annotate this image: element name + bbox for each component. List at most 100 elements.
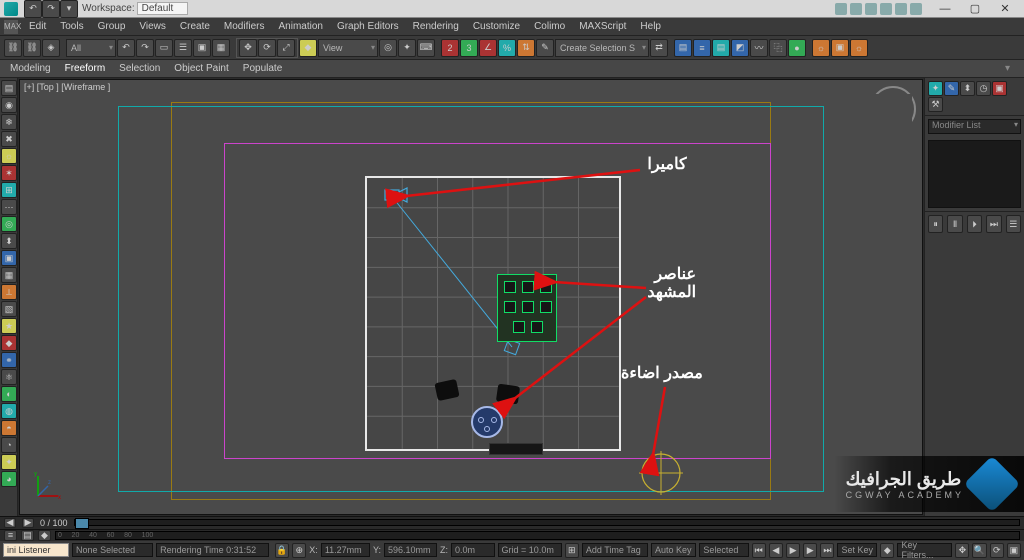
toggle-ribbon-icon[interactable]: ◩	[731, 39, 749, 57]
ribbon-tab-freeform[interactable]: Freeform	[65, 63, 106, 74]
civil-icon[interactable]: ◔	[1, 437, 17, 453]
freeze-icon[interactable]: ❄	[1, 114, 17, 130]
timeline-start-icon[interactable]: ◀	[4, 518, 16, 528]
app-menu-button[interactable]: MAX	[4, 20, 18, 34]
motion-tab-icon[interactable]: ◷	[976, 81, 991, 96]
coord-y-field[interactable]: 596.10mm	[384, 543, 437, 557]
render-icon[interactable]: ☼	[850, 39, 868, 57]
setkey-button[interactable]: Set Key	[837, 543, 877, 557]
tab-panel-icon[interactable]: ▤	[1, 80, 17, 96]
edit-named-sel-icon[interactable]: ✎	[536, 39, 554, 57]
play-start-icon[interactable]: ⏮	[752, 543, 766, 558]
render-setup-icon[interactable]: ☼	[812, 39, 830, 57]
play-prev-icon[interactable]: ◀	[769, 543, 783, 558]
nav-zoom-icon[interactable]: 🔍	[972, 543, 986, 558]
mini-listener[interactable]: ini Listener	[3, 543, 69, 557]
trackbar-menu-icon[interactable]: ≡	[4, 530, 17, 541]
align-view-icon[interactable]: ▦	[1, 267, 17, 283]
keyboard-icon[interactable]: ⌨	[417, 39, 435, 57]
normal-align-icon[interactable]: ⬍	[1, 233, 17, 249]
nav-orbit-icon[interactable]: ⟳	[990, 543, 1004, 558]
pivot-icon[interactable]: ◎	[379, 39, 397, 57]
nav-pan-icon[interactable]: ✥	[955, 543, 969, 558]
coord-z-field[interactable]: 0.0m	[451, 543, 495, 557]
vray-icon[interactable]: ✦	[1, 454, 17, 470]
viewport-label[interactable]: [+] [Top ] [Wireframe ]	[24, 82, 110, 92]
workspace-dropdown[interactable]: Default	[137, 2, 189, 15]
hierarchy-tab-icon[interactable]: ⬍	[960, 81, 975, 96]
quick-redo[interactable]: ↷	[42, 0, 60, 18]
percent-snap-icon[interactable]: %	[498, 39, 516, 57]
selected-dropdown[interactable]: Selected	[699, 543, 748, 557]
cat-icon[interactable]: ◐	[1, 386, 17, 402]
scene-explorer-icon[interactable]: ▤	[712, 39, 730, 57]
close-button[interactable]: ✕	[990, 2, 1020, 15]
menu-help[interactable]: Help	[633, 21, 668, 32]
show-end-icon[interactable]: Ⅱ	[947, 215, 962, 233]
remove-mod-icon[interactable]: ⏭	[986, 215, 1001, 233]
modifier-stack[interactable]	[928, 140, 1021, 208]
massfx-icon[interactable]: ⚛	[1, 369, 17, 385]
mirror-icon[interactable]: ⇄	[650, 39, 668, 57]
menu-group[interactable]: Group	[91, 21, 133, 32]
minimize-button[interactable]: —	[930, 3, 960, 15]
add-time-tag[interactable]: Add Time Tag	[582, 543, 648, 557]
menu-graph-editors[interactable]: Graph Editors	[330, 21, 406, 32]
maximize-button[interactable]: ▢	[960, 2, 990, 15]
selection-filter-dropdown[interactable]: All	[66, 39, 116, 57]
link-icon[interactable]: ⛓	[4, 39, 22, 57]
menu-tools[interactable]: Tools	[53, 21, 90, 32]
snapshot-icon[interactable]: ◎	[1, 216, 17, 232]
coord-x-field[interactable]: 11.27mm	[321, 543, 370, 557]
ribbon-tab-object-paint[interactable]: Object Paint	[174, 63, 228, 74]
named-selection-dropdown[interactable]: Create Selection S	[555, 39, 649, 57]
populate-icon[interactable]: ⚭	[1, 352, 17, 368]
trackbar-key-icon[interactable]: ◆	[38, 530, 51, 541]
time-slider-thumb[interactable]	[75, 518, 89, 529]
schematic-icon[interactable]: ⿻	[769, 39, 787, 57]
array-icon[interactable]: ⊞	[1, 182, 17, 198]
make-unique-icon[interactable]: ⏵	[967, 215, 982, 233]
select-region-icon[interactable]: ▣	[193, 39, 211, 57]
color-clip-icon[interactable]: ▧	[1, 301, 17, 317]
configure-icon[interactable]: ☰	[1006, 215, 1021, 233]
util-icon[interactable]	[910, 3, 922, 15]
track-bar[interactable]: 0 20 40 60 80 100	[55, 531, 1020, 540]
util-icon[interactable]	[895, 3, 907, 15]
menu-edit[interactable]: Edit	[22, 21, 53, 32]
time-tag-icon[interactable]: ⊞	[565, 543, 579, 558]
rotate-icon[interactable]: ⟳	[258, 39, 276, 57]
menu-modifiers[interactable]: Modifiers	[217, 21, 272, 32]
xview-icon[interactable]: ✖	[1, 131, 17, 147]
menu-maxscript[interactable]: MAXScript	[572, 21, 633, 32]
align-camera-icon[interactable]: ▣	[1, 250, 17, 266]
play-icon[interactable]: ▶	[786, 543, 800, 558]
snap-3d-icon[interactable]: 3	[460, 39, 478, 57]
util-icon[interactable]	[835, 3, 847, 15]
select-name-icon[interactable]: ☰	[174, 39, 192, 57]
mat-editor-icon[interactable]: ●	[788, 39, 806, 57]
utilities-tab-icon[interactable]: ⚒	[928, 97, 943, 112]
ribbon-collapse-icon[interactable]: ▾	[1005, 63, 1010, 74]
fluids-icon[interactable]: ◍	[1, 403, 17, 419]
lock-selection-icon[interactable]: 🔒	[275, 543, 289, 558]
isolate-icon[interactable]: ◉	[1, 97, 17, 113]
curve-editor-icon[interactable]: 〰	[750, 39, 768, 57]
ribbon-tab-populate[interactable]: Populate	[243, 63, 282, 74]
viewport[interactable]: [+] [Top ] [Wireframe ]	[19, 79, 923, 515]
create-tab-icon[interactable]: ✦	[928, 81, 943, 96]
asset-icon[interactable]: ★	[1, 318, 17, 334]
undo-icon[interactable]: ↶	[117, 39, 135, 57]
modifier-list-dropdown[interactable]: Modifier List	[928, 119, 1021, 134]
util-icon[interactable]	[865, 3, 877, 15]
angle-snap-icon[interactable]: ∠	[479, 39, 497, 57]
abs-rel-icon[interactable]: ⊕	[292, 543, 306, 558]
menu-views[interactable]: Views	[132, 21, 173, 32]
light-icon[interactable]: ☼	[1, 148, 17, 164]
render-frame-icon[interactable]: ▣	[831, 39, 849, 57]
util-icon[interactable]	[880, 3, 892, 15]
manip-icon[interactable]: ✦	[398, 39, 416, 57]
timeline-end-icon[interactable]: ▶	[22, 518, 34, 528]
menu-rendering[interactable]: Rendering	[406, 21, 466, 32]
redo-icon[interactable]: ↷	[136, 39, 154, 57]
